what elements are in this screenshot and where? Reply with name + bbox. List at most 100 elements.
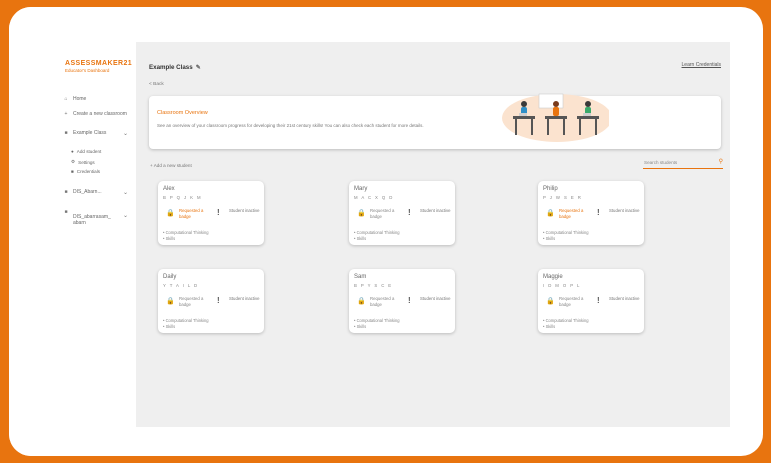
skill-item: • Skills <box>163 324 209 330</box>
overview-text: See an overview of your classroom progre… <box>157 123 424 128</box>
lock-icon: 🔒 <box>166 210 175 217</box>
student-code: P J W S E R <box>543 195 583 200</box>
sidebar-item-class-dis-abarrasam[interactable]: ■ DIS_abarrasam_abarn ⌄ <box>63 209 128 226</box>
edit-icon[interactable]: ✎ <box>196 65 201 71</box>
skill-list: • Computational Thinking • Skills <box>354 318 400 330</box>
lock-icon: 🔒 <box>357 210 366 217</box>
alert-icon: ! <box>597 208 600 217</box>
skill-item: • Skills <box>163 236 209 242</box>
student-status: Student inactive <box>609 296 640 301</box>
sidebar-item-label: DIS_abarrasam_abarn <box>73 214 111 226</box>
sidebar-item-label: Create a new classroom <box>73 111 127 117</box>
student-card[interactable]: Sam B P Y S C E 🔒 Requested a badge! Student… <box>349 269 455 333</box>
brand-title: ASSESSMAKER21 <box>65 60 133 67</box>
student-status: Student inactive <box>229 296 260 301</box>
home-icon: ⌂ <box>64 96 68 102</box>
overview-title: Classroom Overview <box>157 110 208 116</box>
student-code: B P Q J K M <box>163 195 202 200</box>
search-placeholder: Search students <box>644 160 678 165</box>
badge-status: Requested a badge <box>370 296 395 307</box>
student-code: Y T A I L D <box>163 283 199 288</box>
alert-icon: ! <box>597 296 600 305</box>
skill-list: • Computational Thinking • Skills <box>163 230 209 242</box>
skill-list: • Computational Thinking • Skills <box>543 318 589 330</box>
skill-text: Computational Thinking <box>356 318 400 323</box>
badge-status: Requested a badge <box>370 208 395 219</box>
skill-list: • Computational Thinking • Skills <box>163 318 209 330</box>
chevron-down-icon[interactable]: ⌄ <box>123 130 128 137</box>
sidebar-item-home[interactable]: ⌂ Home <box>63 96 86 102</box>
sidebar-subitem-credentials[interactable]: ■ Credentials <box>71 169 100 174</box>
skill-item: • Skills <box>543 324 589 330</box>
class-icon: ■ <box>64 209 68 215</box>
back-link[interactable]: < Back <box>149 82 164 87</box>
sidebar-subitem-label: Add student <box>76 149 102 154</box>
student-status: Student inactive <box>420 208 451 213</box>
app-frame: ASSESSMAKER21 Educator's Dashboard ⌂ Hom… <box>9 7 763 456</box>
student-name: Mary <box>354 186 368 192</box>
sidebar-item-create-classroom[interactable]: + Create a new classroom <box>63 111 127 117</box>
chevron-down-icon[interactable]: ⌄ <box>123 189 128 196</box>
learn-credentials-link[interactable]: Learn Credentials <box>682 62 721 68</box>
class-icon: ■ <box>64 130 68 136</box>
sidebar-item-class-dis-abarn[interactable]: ■ DIS_Abarn... ⌄ <box>63 189 128 196</box>
class-title-text: Example Class <box>149 64 193 71</box>
student-name: Daily <box>163 274 177 280</box>
skill-list: • Computational Thinking • Skills <box>354 230 400 242</box>
student-card[interactable]: Philip P J W S E R 🔒 Requested a badge! Stud… <box>538 181 644 245</box>
skill-item: • Skills <box>543 236 589 242</box>
badge-status: Requested a badge <box>179 296 204 307</box>
page-title: Example Class ✎ <box>149 64 201 71</box>
skill-list: • Computational Thinking • Skills <box>543 230 589 242</box>
sidebar-item-label: Home <box>73 96 87 102</box>
student-code: B P Y S C E <box>354 283 393 288</box>
sidebar-subitem-label: Credentials <box>76 169 101 174</box>
add-student-button[interactable]: + Add a new student <box>150 163 192 168</box>
student-card[interactable]: Alex B P Q J K M 🔒 Requested a badge! Studen… <box>158 181 264 245</box>
student-status: Student inactive <box>229 208 260 213</box>
main-content: Example Class ✎ < Back Learn Credentials … <box>136 42 730 427</box>
lock-icon: 🔒 <box>166 298 175 305</box>
add-person-icon: ● <box>71 149 74 154</box>
skill-text: Skills <box>356 324 367 329</box>
sidebar-subitem-settings[interactable]: ⚙ Settings <box>71 159 95 165</box>
chevron-down-icon[interactable]: ⌄ <box>123 212 128 219</box>
student-status: Student inactive <box>609 208 640 213</box>
student-status: Student inactive <box>420 296 451 301</box>
badge-status: Requested a badge <box>179 208 204 219</box>
student-name: Philip <box>543 186 558 192</box>
badge-status: Requested a badge <box>559 208 584 219</box>
brand-subtitle: Educator's Dashboard <box>65 68 110 73</box>
skill-text: Skills <box>165 324 176 329</box>
student-code: M A C X Q D <box>354 195 394 200</box>
sidebar-item-class-example[interactable]: ■ Example Class ⌄ <box>63 130 128 137</box>
gear-icon: ⚙ <box>71 159 76 164</box>
lock-icon: 🔒 <box>546 210 555 217</box>
credential-icon: ■ <box>71 169 74 174</box>
lock-icon: 🔒 <box>357 298 366 305</box>
skill-text: Computational Thinking <box>165 230 209 235</box>
search-icon[interactable]: ⚲ <box>719 158 723 165</box>
classroom-overview-card: Classroom Overview See an overview of yo… <box>149 93 721 149</box>
alert-icon: ! <box>408 208 411 217</box>
sidebar-subitem-add-student[interactable]: ● Add student <box>71 149 101 154</box>
alert-icon: ! <box>217 208 220 217</box>
search-input[interactable]: Search students ⚲ <box>643 159 723 169</box>
alert-icon: ! <box>217 296 220 305</box>
student-card[interactable]: Maggie I D M O P L 🔒 Requested a badge! Stud… <box>538 269 644 333</box>
skill-text: Computational Thinking <box>545 318 589 323</box>
brand: ASSESSMAKER21 Educator's Dashboard <box>65 60 132 73</box>
student-card[interactable]: Daily Y T A I L D 🔒 Requested a badge! Stude… <box>158 269 264 333</box>
skill-text: Skills <box>356 236 367 241</box>
student-code: I D M O P L <box>543 283 581 288</box>
plus-icon: + <box>64 111 68 117</box>
sidebar-item-label: DIS_Abarn... <box>73 189 102 195</box>
skill-text: Skills <box>545 236 556 241</box>
student-card[interactable]: Mary M A C X Q D 🔒 Requested a badge! Studen… <box>349 181 455 245</box>
sidebar: ASSESSMAKER21 Educator's Dashboard ⌂ Hom… <box>9 7 136 456</box>
classroom-illustration <box>502 93 609 142</box>
student-name: Maggie <box>543 274 563 280</box>
student-name: Sam <box>354 274 367 280</box>
lock-icon: 🔒 <box>546 298 555 305</box>
badge-status: Requested a badge <box>559 296 584 307</box>
